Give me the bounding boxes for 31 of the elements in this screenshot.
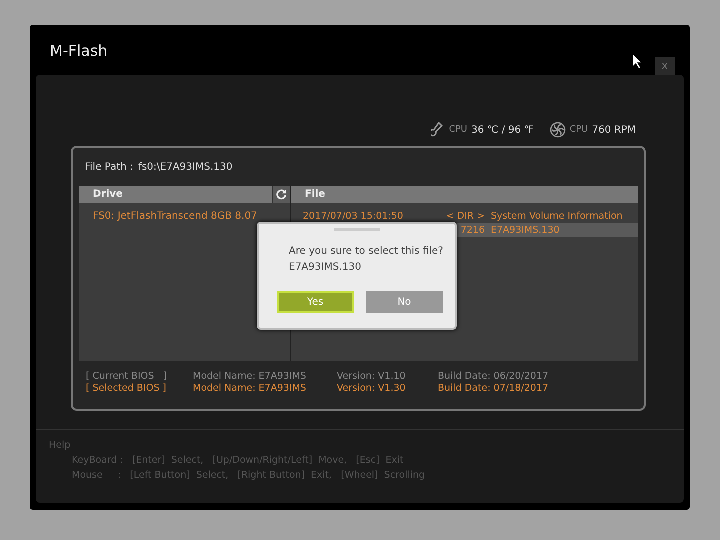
file-row[interactable]: 2017/07/03 15:01:50 < DIR > System Volume Information [291, 209, 638, 223]
file-header: File [291, 186, 638, 203]
dialog-file-name: E7A93IMS.130 [289, 261, 362, 275]
file-path-label: File Path : [85, 162, 134, 172]
bios-version: Version: V1.10 [337, 371, 407, 382]
dialog-message: Are you sure to select this file? [289, 245, 444, 259]
help-text: KeyBoard : [Enter] Select, [Up/Down/Right/Left] Move, [Esc] Exit [71, 455, 405, 466]
refresh-icon[interactable] [272, 186, 290, 203]
dialog-button[interactable]: Yes [277, 291, 354, 313]
build-date: Build Date: 06/20/2017 [438, 371, 550, 382]
drive-header: Drive [79, 186, 290, 203]
help-text: Mouse : [Left Button] Select, [Right Button] Exit, [Wheel] Scrolling [71, 470, 426, 481]
sensor-label: CPU [449, 125, 468, 135]
mouse-pointer-icon [632, 53, 644, 70]
drive-item[interactable]: FS0: JetFlashTranscend 8GB 8.07 [79, 203, 290, 222]
help-title: Help [49, 440, 72, 451]
model-name: Model Name: E7A93IMS [193, 371, 308, 382]
sensor-reading: 760 RPM [592, 124, 636, 136]
model-name: Model Name: E7A93IMS [193, 383, 308, 394]
file-path-value: fs0:\E7A93IMS.130 [138, 162, 233, 172]
bios-label: [ Current BIOS ] [86, 371, 168, 382]
close-button[interactable]: x [655, 57, 675, 75]
dialog-button[interactable]: No [366, 291, 443, 313]
build-date: Build Date: 07/18/2017 [438, 383, 550, 394]
bios-version: Version: V1.30 [337, 383, 407, 394]
window-title: M-Flash [50, 42, 108, 60]
thermometer-icon [431, 122, 446, 138]
sensor-label: CPU [570, 125, 588, 135]
bios-label: [ Selected BIOS ] [86, 383, 168, 394]
fan-icon [550, 122, 566, 138]
sensor-reading: 36 ℃ / 96 ℉ [472, 124, 534, 136]
